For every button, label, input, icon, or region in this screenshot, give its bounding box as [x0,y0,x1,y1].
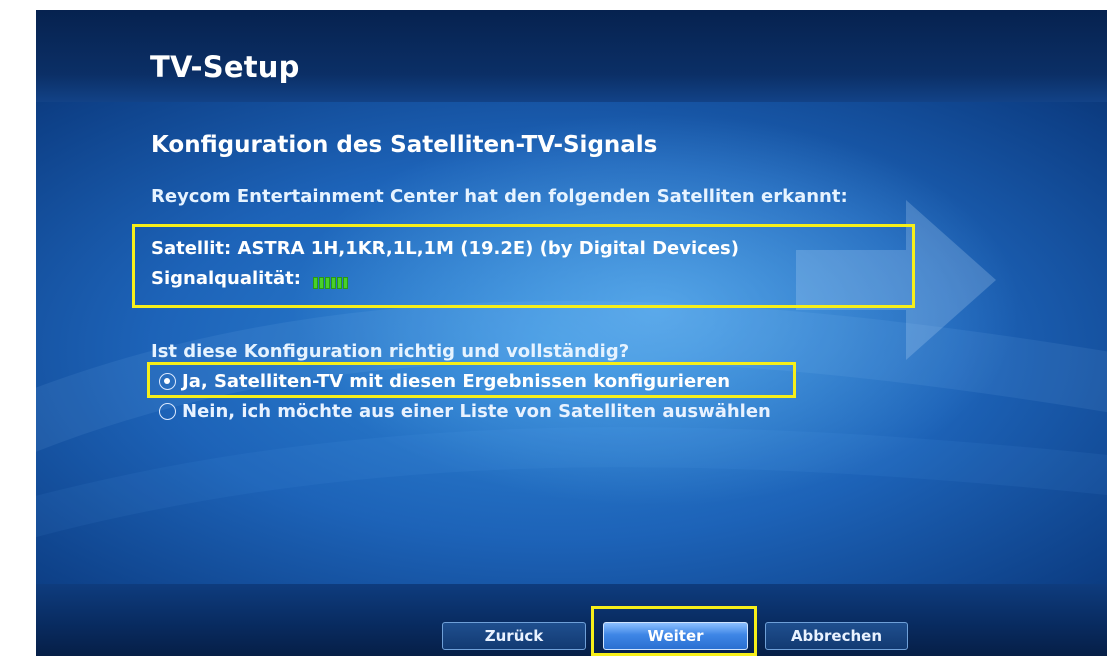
radio-option-no[interactable]: Nein, ich möchte aus einer Liste von Sat… [159,401,771,422]
section-heading: Konfiguration des Satelliten-TV-Signals [151,132,658,158]
cancel-button[interactable]: Abbrechen [765,622,908,650]
confirmation-question: Ist diese Konfiguration richtig und voll… [151,341,630,362]
radio-unselected-icon[interactable] [159,403,176,420]
next-highlight-box [591,606,757,656]
option-highlight-box [147,362,796,398]
detected-satellite-text: Reycom Entertainment Center hat den folg… [151,186,848,207]
media-center-screen: TV-Setup Konfiguration des Satelliten-TV… [36,10,1107,656]
page-title: TV-Setup [150,50,300,84]
radio-option-no-label: Nein, ich möchte aus einer Liste von Sat… [182,401,771,422]
satellite-highlight-box [132,224,915,308]
back-button[interactable]: Zurück [442,622,586,650]
